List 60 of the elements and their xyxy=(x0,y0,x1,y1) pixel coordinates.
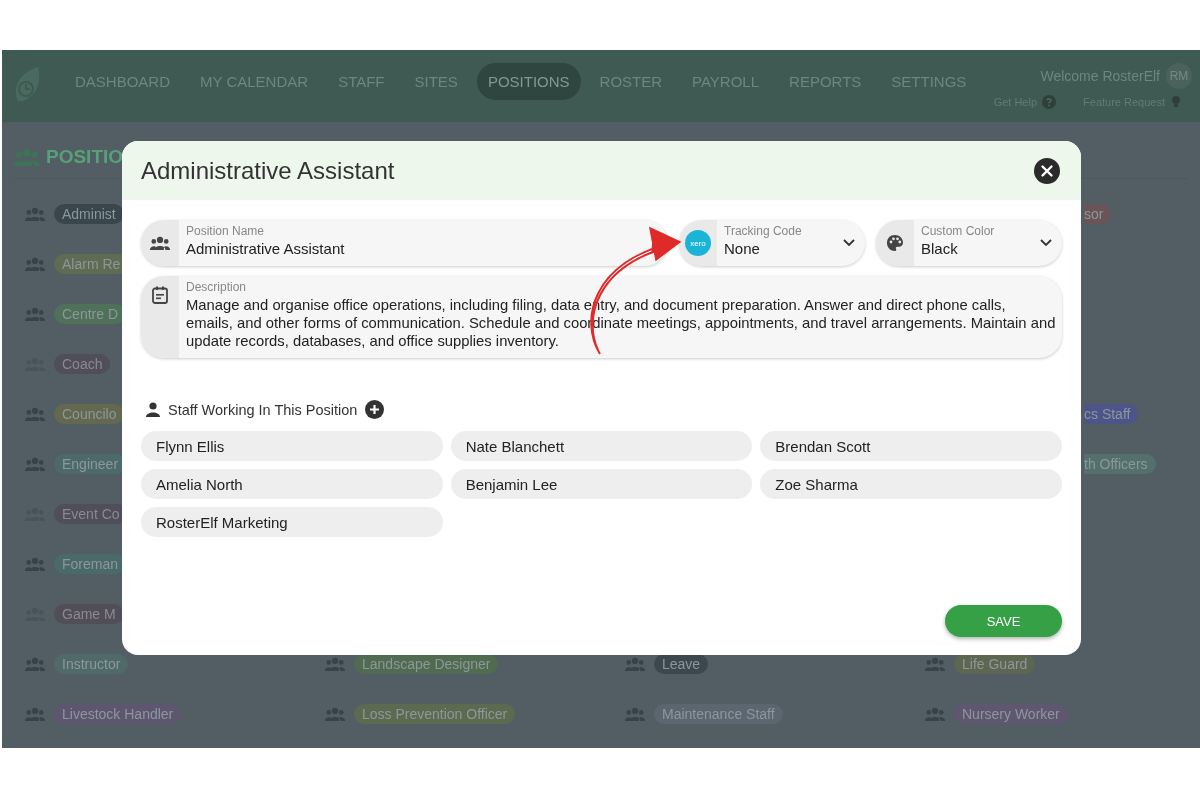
field-label: Description xyxy=(186,280,248,294)
save-button[interactable]: SAVE xyxy=(945,605,1062,637)
field-label: Tracking Code xyxy=(724,224,803,238)
position-tag[interactable]: sor xyxy=(1084,204,1112,224)
people-icon xyxy=(624,657,646,671)
people-icon xyxy=(924,707,946,721)
position-name-field[interactable]: Position Name Administrative Assistant xyxy=(141,220,668,266)
people-icon xyxy=(24,207,46,221)
dialog-title: Administrative Assistant xyxy=(141,156,395,185)
people-icon xyxy=(24,657,46,671)
staff-chip[interactable]: Flynn Ellis xyxy=(141,431,443,461)
position-tag[interactable]: cs Staff xyxy=(1084,404,1139,424)
custom-color-select[interactable]: Custom Color Black xyxy=(876,220,1062,266)
nav-tab[interactable]: POSITIONS xyxy=(476,62,581,100)
description-field[interactable] xyxy=(141,276,1062,358)
position-tag[interactable]: Instructor xyxy=(54,654,129,674)
staff-chip[interactable]: Brendan Scott xyxy=(760,431,1062,461)
position-tag[interactable]: Coach xyxy=(54,354,111,374)
people-icon xyxy=(24,407,46,421)
staff-chip[interactable]: Zoe Sharma xyxy=(760,469,1062,499)
people-icon xyxy=(924,657,946,671)
position-tag[interactable]: Leave xyxy=(654,654,709,674)
people-icon xyxy=(324,657,346,671)
xero-logo: xero xyxy=(685,230,711,256)
calendar-note-icon xyxy=(152,286,168,304)
palette-icon xyxy=(886,234,904,252)
people-icon xyxy=(324,707,346,721)
position-tag[interactable]: th Officers xyxy=(1084,454,1156,474)
people-icon xyxy=(24,307,46,321)
position-tag[interactable]: Nursery Worker xyxy=(954,704,1068,724)
position-tag[interactable]: Life Guard xyxy=(954,654,1036,674)
close-icon[interactable] xyxy=(1034,157,1060,184)
people-icon xyxy=(24,557,46,571)
chevron-down-icon xyxy=(843,239,855,247)
field-label: Position Name xyxy=(186,224,266,238)
field-label: Custom Color xyxy=(921,224,996,238)
chevron-down-icon xyxy=(1040,239,1052,247)
field-value: None xyxy=(724,240,761,257)
tracking-code-select[interactable]: xero Tracking Code None xyxy=(679,220,865,266)
staff-chip[interactable]: Amelia North xyxy=(141,469,443,499)
position-tag[interactable]: Administ xyxy=(54,204,124,224)
people-icon xyxy=(624,707,646,721)
position-tag[interactable]: Councilo xyxy=(54,404,125,424)
position-tag[interactable]: Livestock Handler xyxy=(54,704,182,724)
people-icon xyxy=(24,257,46,271)
section-heading: Staff Working In This Position xyxy=(168,401,358,418)
people-icon xyxy=(24,457,46,471)
people-icon xyxy=(24,707,46,721)
position-tag[interactable]: Game M xyxy=(54,604,124,624)
position-tag[interactable]: Loss Prevention Officer xyxy=(354,704,516,724)
field-value: Administrative Assistant xyxy=(186,240,346,257)
page-title: POSITIO xyxy=(46,146,124,168)
position-tag[interactable]: Landscape Designer xyxy=(354,654,499,674)
add-icon[interactable] xyxy=(365,400,385,419)
staff-chip[interactable]: Nate Blanchett xyxy=(450,431,753,461)
field-value: Black xyxy=(921,240,959,257)
staff-chip[interactable]: RosterElf Marketing xyxy=(141,507,443,537)
people-icon xyxy=(149,236,171,250)
staff-chip[interactable]: Benjamin Lee xyxy=(450,469,753,499)
person-icon xyxy=(146,402,160,417)
